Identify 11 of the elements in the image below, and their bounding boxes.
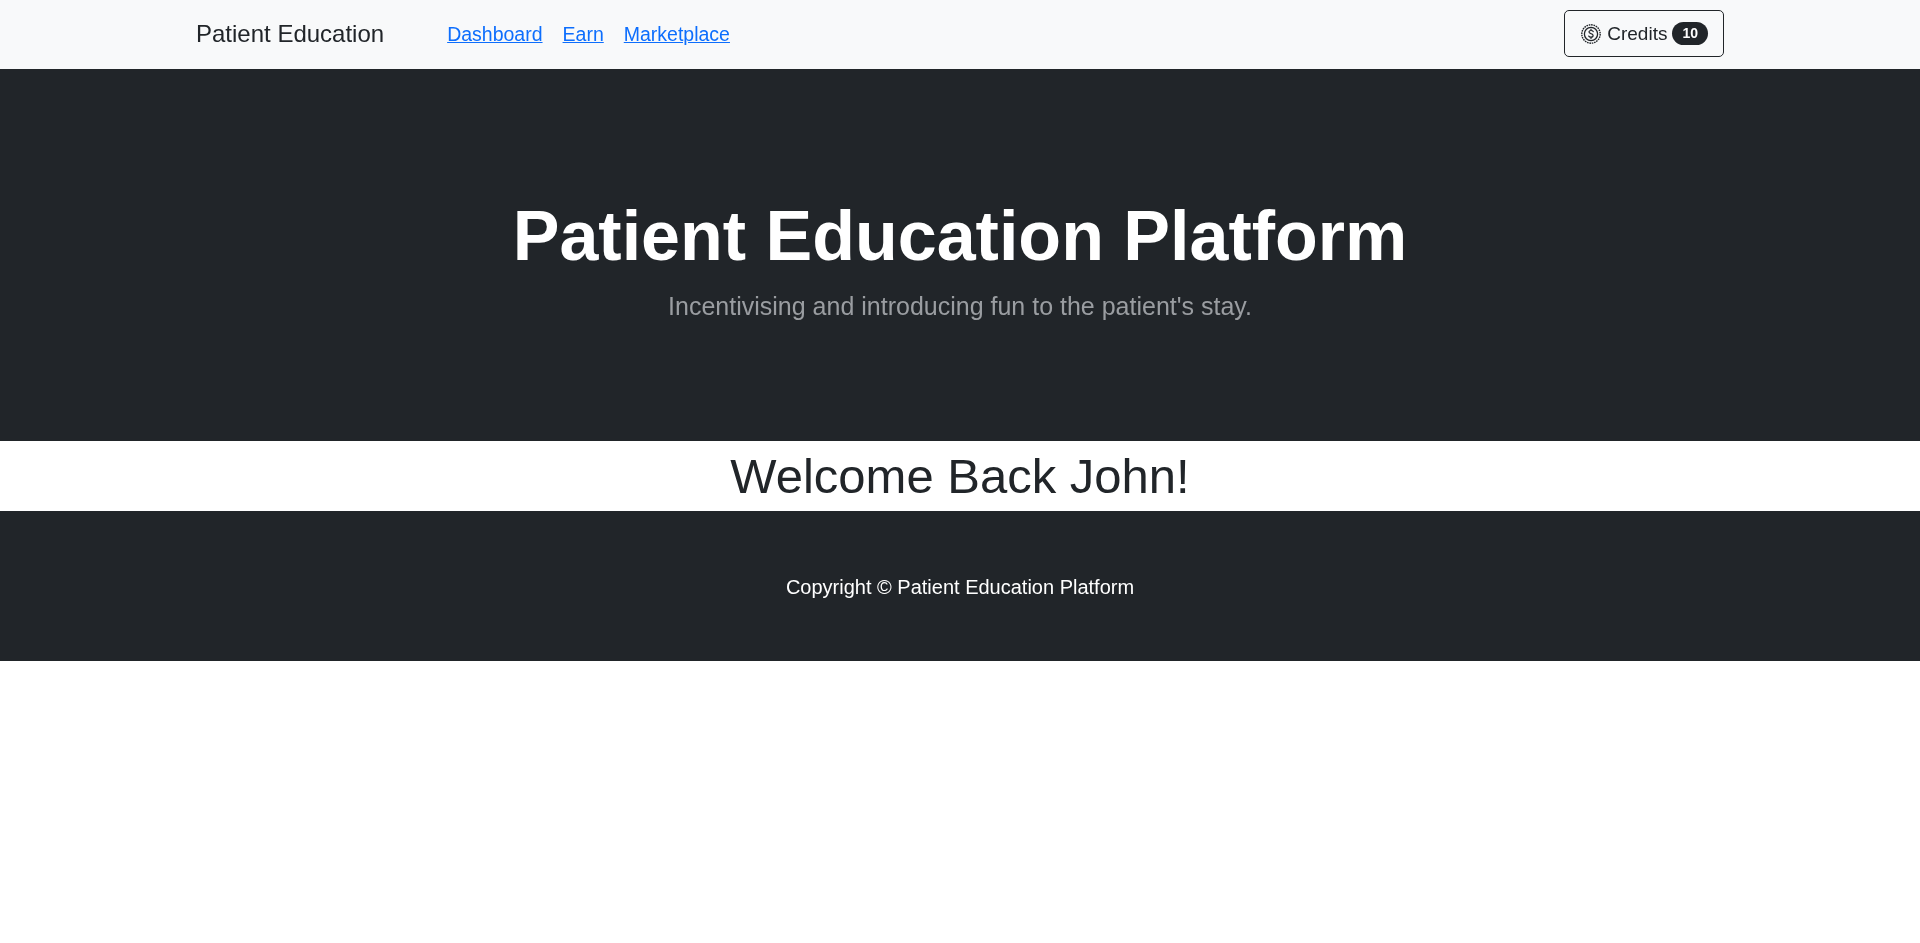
- brand-link[interactable]: Patient Education: [196, 20, 385, 49]
- nav-link[interactable]: Dashboard: [447, 22, 543, 47]
- coin-icon: [1581, 23, 1602, 44]
- nav-link[interactable]: Earn: [562, 22, 604, 47]
- hero-title: Patient Education Platform: [512, 196, 1408, 277]
- credits-count-badge: 10: [1672, 21, 1708, 46]
- nav-link[interactable]: Marketplace: [623, 22, 730, 47]
- hero-subtitle: Incentivising and introducing fun to the patient's stay.: [668, 291, 1252, 321]
- welcome-heading: Welcome Back John!: [730, 447, 1190, 505]
- credits-button[interactable]: Credits 10: [1564, 10, 1724, 57]
- copyright-text: Copyright © Patient Education Platform: [785, 575, 1135, 599]
